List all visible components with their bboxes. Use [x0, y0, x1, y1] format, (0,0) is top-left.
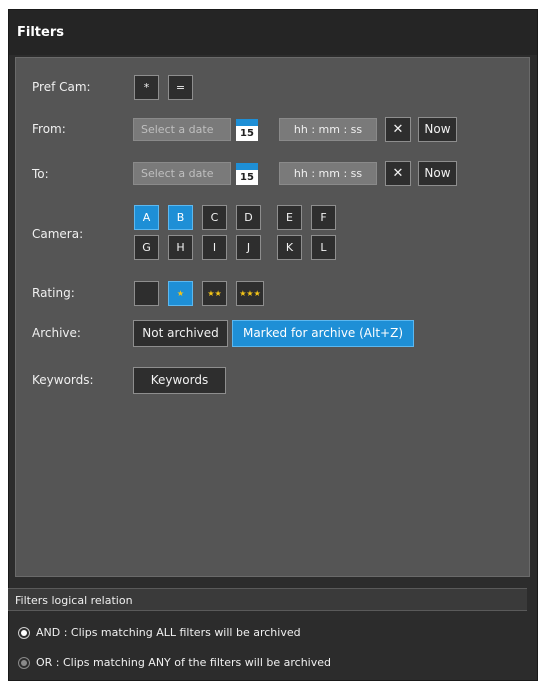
filters-panel: Pref Cam: * = From: Select a date 15 hh …: [15, 57, 530, 577]
camera-l-button[interactable]: L: [311, 235, 336, 260]
from-date-input[interactable]: Select a date: [133, 118, 231, 141]
to-time-input[interactable]: hh : mm : ss: [279, 162, 377, 185]
from-calendar-day: 15: [236, 126, 258, 141]
to-date-input[interactable]: Select a date: [133, 162, 231, 185]
rating-three-star-button[interactable]: ★★★: [236, 281, 264, 306]
and-radio-icon[interactable]: [18, 627, 30, 639]
camera-h-button[interactable]: H: [168, 235, 193, 260]
to-calendar-day: 15: [236, 170, 258, 185]
and-radio-label: AND : Clips matching ALL filters will be…: [36, 626, 301, 639]
camera-b-button[interactable]: B: [168, 205, 193, 230]
keywords-label: Keywords:: [32, 373, 94, 387]
pref-cam-equal-button[interactable]: =: [168, 75, 193, 100]
rating-label: Rating:: [32, 286, 75, 300]
camera-f-button[interactable]: F: [311, 205, 336, 230]
from-clear-button[interactable]: ✕: [385, 117, 411, 142]
pref-cam-star-button[interactable]: *: [134, 75, 159, 100]
camera-c-button[interactable]: C: [202, 205, 227, 230]
to-label: To:: [32, 167, 49, 181]
or-radio-option[interactable]: OR : Clips matching ANY of the filters w…: [18, 654, 331, 672]
keywords-button[interactable]: Keywords: [133, 367, 226, 394]
from-calendar-icon[interactable]: 15: [236, 119, 258, 141]
archive-label: Archive:: [32, 326, 81, 340]
to-now-button[interactable]: Now: [418, 161, 457, 186]
or-radio-icon[interactable]: [18, 657, 30, 669]
camera-e-button[interactable]: E: [277, 205, 302, 230]
rating-two-star-button[interactable]: ★★: [202, 281, 227, 306]
from-label: From:: [32, 122, 66, 136]
camera-label: Camera:: [32, 227, 84, 241]
camera-a-button[interactable]: A: [134, 205, 159, 230]
to-clear-button[interactable]: ✕: [385, 161, 411, 186]
and-radio-option[interactable]: AND : Clips matching ALL filters will be…: [18, 624, 301, 642]
pref-cam-label: Pref Cam:: [32, 80, 91, 94]
camera-i-button[interactable]: I: [202, 235, 227, 260]
marked-for-archive-button[interactable]: Marked for archive (Alt+Z): [232, 320, 414, 347]
logical-relation-header: Filters logical relation: [8, 588, 527, 611]
from-now-button[interactable]: Now: [418, 117, 457, 142]
from-time-input[interactable]: hh : mm : ss: [279, 118, 377, 141]
window-title: Filters: [9, 10, 537, 55]
not-archived-button[interactable]: Not archived: [133, 320, 228, 347]
rating-none-button[interactable]: [134, 281, 159, 306]
camera-j-button[interactable]: J: [236, 235, 261, 260]
rating-one-star-button[interactable]: ★: [168, 281, 193, 306]
to-calendar-icon[interactable]: 15: [236, 163, 258, 185]
camera-k-button[interactable]: K: [277, 235, 302, 260]
camera-g-button[interactable]: G: [134, 235, 159, 260]
camera-d-button[interactable]: D: [236, 205, 261, 230]
or-radio-label: OR : Clips matching ANY of the filters w…: [36, 656, 331, 669]
